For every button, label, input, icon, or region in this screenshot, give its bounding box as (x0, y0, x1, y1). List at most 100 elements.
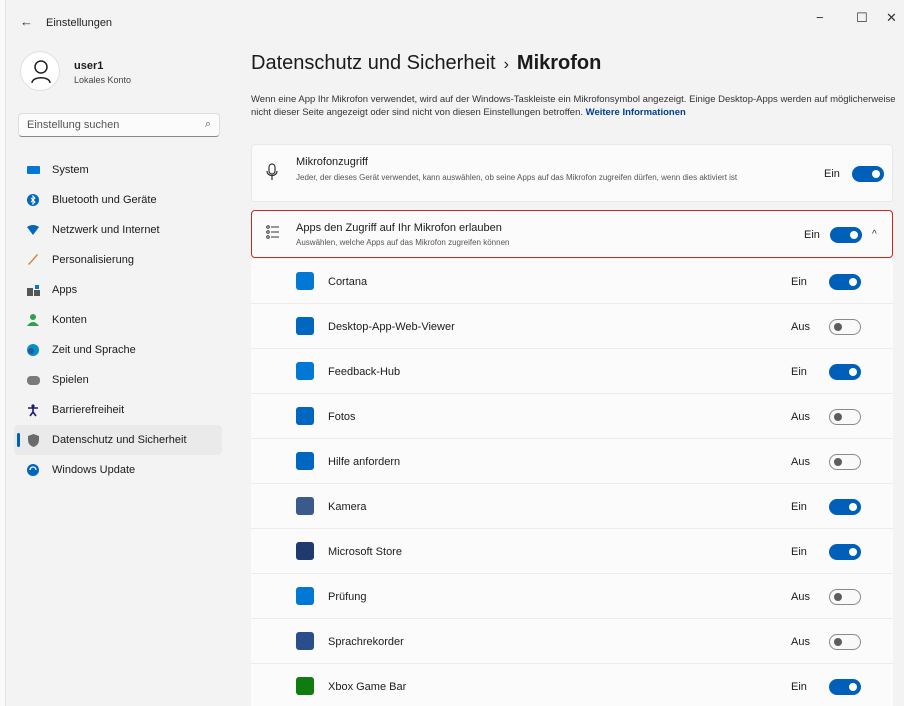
app-toggle[interactable] (829, 454, 861, 470)
gamepad-icon (26, 373, 40, 387)
app-icon (296, 362, 314, 380)
maximize-button[interactable]: ☐ (856, 10, 868, 26)
sidebar-item-netzwerk-und-internet[interactable]: Netzwerk und Internet (14, 215, 222, 245)
app-row: Xbox Game Bar Ein (251, 664, 893, 706)
app-toggle[interactable] (829, 679, 861, 695)
update-icon (26, 463, 40, 477)
sidebar-item-label: Konten (52, 314, 87, 326)
apps-access-subtitle: Auswählen, welche Apps auf das Mikrofon … (296, 238, 510, 247)
app-toggle[interactable] (829, 364, 861, 380)
app-name: Hilfe anfordern (328, 456, 401, 468)
shield-icon (26, 433, 40, 447)
breadcrumb-separator: › (503, 56, 509, 73)
app-state: Ein (791, 276, 807, 288)
app-toggle[interactable] (829, 274, 861, 290)
microphone-icon (266, 163, 278, 185)
app-state: Aus (791, 321, 810, 333)
sidebar-item-label: Barrierefreiheit (52, 404, 125, 416)
app-row: Hilfe anfordern Aus (251, 439, 893, 484)
app-state: Ein (791, 681, 807, 693)
app-name: Cortana (328, 276, 368, 288)
sidebar-item-label: System (52, 164, 89, 176)
close-button[interactable]: ✕ (886, 10, 897, 26)
app-row: Desktop-App-Web-Viewer Aus (251, 304, 893, 349)
search-input[interactable] (19, 114, 189, 136)
description-text: Wenn eine App Ihr Mikrofon verwendet, wi… (251, 94, 896, 118)
app-icon (296, 677, 314, 695)
search-icon[interactable]: ⌕ (205, 118, 211, 131)
app-name: Sprachrekorder (328, 636, 404, 648)
settings-search: ⌕ (18, 113, 220, 137)
breadcrumb-parent[interactable]: Datenschutz und Sicherheit (251, 52, 496, 74)
mic-access-toggle[interactable] (852, 166, 884, 182)
globe-clock-icon (26, 343, 40, 357)
sidebar-item-zeit-und-sprache[interactable]: Zeit und Sprache (14, 335, 222, 365)
app-row: Feedback-Hub Ein (251, 349, 893, 394)
chevron-up-icon[interactable]: ^ (872, 229, 877, 240)
wifi-icon (26, 223, 40, 237)
app-icon (296, 272, 314, 290)
app-state: Ein (791, 366, 807, 378)
app-toggle[interactable] (829, 409, 861, 425)
app-icon (296, 407, 314, 425)
app-toggle[interactable] (829, 634, 861, 650)
sidebar-nav: System Bluetooth und Geräte Netzwerk und I… (14, 155, 222, 485)
app-name: Desktop-App-Web-Viewer (328, 321, 455, 333)
breadcrumb-current: Mikrofon (516, 52, 602, 74)
app-icon (296, 632, 314, 650)
app-name: Microsoft Store (328, 546, 402, 558)
app-row: Kamera Ein (251, 484, 893, 529)
sidebar-item-apps[interactable]: Apps (14, 275, 222, 305)
sidebar-item-barrierefreiheit[interactable]: Barrierefreiheit (14, 395, 222, 425)
sidebar-item-konten[interactable]: Konten (14, 305, 222, 335)
monitor-icon (26, 163, 40, 177)
app-icon (296, 452, 314, 470)
sidebar-item-label: Zeit und Sprache (52, 344, 136, 356)
apps-access-toggle[interactable] (830, 227, 862, 243)
more-info-link[interactable]: Weitere Informationen (586, 107, 686, 118)
app-list: Cortana Ein Desktop-App-Web-Viewer Aus Feedb… (251, 259, 893, 706)
bluetooth-icon (26, 193, 40, 207)
account-type: Lokales Konto (74, 75, 132, 85)
title-bar: ← Einstellungen − ☐ ✕ (6, 0, 904, 44)
page-title: Datenschutz und Sicherheit › Mikrofon (251, 52, 601, 75)
sidebar-item-label: Apps (52, 284, 78, 296)
sidebar-item-spielen[interactable]: Spielen (14, 365, 222, 395)
app-toggle[interactable] (829, 319, 861, 335)
app-toggle[interactable] (829, 544, 861, 560)
app-name: Prüfung (328, 591, 367, 603)
apps-access-title: Apps den Zugriff auf Ihr Mikrofon erlaub… (296, 222, 502, 234)
app-row: Cortana Ein (251, 259, 893, 304)
app-icon (296, 587, 314, 605)
sidebar-item-datenschutz-und-sicherheit[interactable]: Datenschutz und Sicherheit (14, 425, 222, 455)
apps-access-card[interactable]: Apps den Zugriff auf Ihr Mikrofon erlaub… (251, 210, 893, 258)
app-row: Microsoft Store Ein (251, 529, 893, 574)
minimize-button[interactable]: − (816, 10, 824, 25)
person-icon (26, 313, 40, 327)
app-name: Fotos (328, 411, 356, 423)
sidebar-item-bluetooth-und-geräte[interactable]: Bluetooth und Geräte (14, 185, 222, 215)
list-icon (266, 224, 280, 244)
apps-access-state: Ein (804, 229, 820, 241)
sidebar-item-label: Spielen (52, 374, 89, 386)
app-toggle[interactable] (829, 589, 861, 605)
app-state: Aus (791, 456, 810, 468)
brush-icon (26, 253, 40, 267)
app-toggle[interactable] (829, 499, 861, 515)
app-state: Aus (791, 636, 810, 648)
back-arrow-icon[interactable]: ← (20, 14, 33, 29)
app-state: Ein (791, 501, 807, 513)
app-icon (296, 497, 314, 515)
avatar[interactable] (20, 51, 60, 91)
app-state: Aus (791, 411, 810, 423)
app-name: Kamera (328, 501, 367, 513)
sidebar-item-label: Personalisierung (52, 254, 134, 266)
apps-icon (26, 283, 40, 297)
sidebar-item-label: Windows Update (52, 464, 136, 476)
sidebar-item-personalisierung[interactable]: Personalisierung (14, 245, 222, 275)
sidebar-item-system[interactable]: System (14, 155, 222, 185)
mic-access-card: Mikrofonzugriff Jeder, der dieses Gerät … (251, 144, 893, 202)
app-name: Xbox Game Bar (328, 681, 407, 693)
sidebar-item-label: Datenschutz und Sicherheit (52, 434, 187, 446)
sidebar-item-windows-update[interactable]: Windows Update (14, 455, 222, 485)
